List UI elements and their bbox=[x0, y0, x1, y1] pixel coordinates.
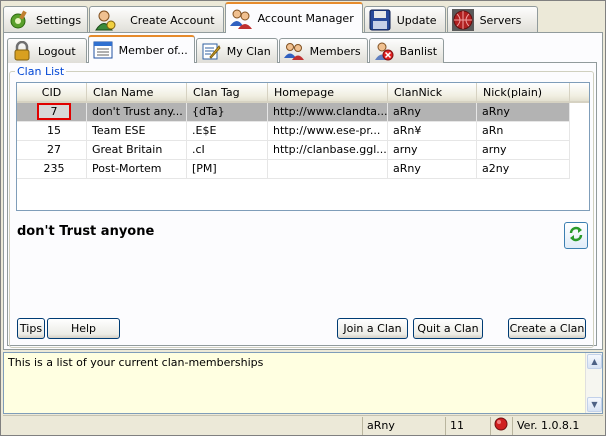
cell-cid: 235 bbox=[17, 160, 87, 179]
status-indicator bbox=[491, 416, 513, 435]
join-clan-button[interactable]: Join a Clan bbox=[337, 318, 408, 339]
create-clan-button[interactable]: Create a Clan bbox=[508, 318, 586, 339]
status-bar: aRny 11 Ver. 1.0.8.1 bbox=[3, 415, 603, 435]
tab-create-account[interactable]: Create Account bbox=[89, 6, 224, 33]
column-header-cid[interactable]: CID bbox=[17, 83, 87, 101]
tab-update-label: Update bbox=[396, 13, 437, 27]
tab-create-account-label: Create Account bbox=[130, 13, 215, 27]
table-row[interactable]: 7 don't Trust any... {dTa} http://www.cl… bbox=[17, 103, 589, 122]
tab-account-manager[interactable]: Account Manager bbox=[224, 2, 363, 33]
sub-tabbar: Logout Member of... My Clan Members Banl… bbox=[7, 35, 445, 63]
cell-cid: 27 bbox=[17, 141, 87, 160]
scroll-down-icon[interactable]: ▼ bbox=[587, 397, 602, 412]
tips-button[interactable]: Tips bbox=[17, 318, 45, 339]
tab-settings-label: Settings bbox=[36, 13, 82, 27]
app-window: Settings Create Account Account Manager … bbox=[0, 0, 606, 436]
cell-clan-tag: .cI bbox=[187, 141, 268, 160]
refresh-button[interactable] bbox=[564, 222, 588, 249]
column-header-homepage[interactable]: Homepage bbox=[268, 83, 388, 101]
tab-members-label: Members bbox=[309, 44, 361, 58]
list-window-icon bbox=[93, 40, 113, 60]
cell-clan-tag: [PM] bbox=[187, 160, 268, 179]
cell-clan-name: Post-Mortem bbox=[87, 160, 187, 179]
cell-homepage: http://www.clandta... bbox=[268, 103, 388, 122]
clan-list-group-label: Clan List bbox=[15, 65, 67, 78]
cell-clan-tag: .E$E bbox=[187, 122, 268, 141]
cell-homepage: http://www.ese-pr... bbox=[268, 122, 388, 141]
tab-update[interactable]: Update bbox=[363, 6, 446, 33]
tab-account-manager-label: Account Manager bbox=[257, 12, 354, 25]
members-icon bbox=[283, 41, 304, 61]
settings-icon bbox=[8, 9, 30, 31]
main-tabbar: Settings Create Account Account Manager … bbox=[3, 2, 539, 33]
info-text: This is a list of your current clan-memb… bbox=[8, 356, 264, 369]
selected-row-marker: 7 bbox=[37, 103, 71, 120]
tab-servers[interactable]: Servers bbox=[446, 6, 539, 33]
cell-homepage: http://clanbase.ggl.... bbox=[268, 141, 388, 160]
cell-clannick: aRny bbox=[388, 160, 477, 179]
cell-clan-tag: {dTa} bbox=[187, 103, 268, 122]
column-header-clannick[interactable]: ClanNick bbox=[388, 83, 477, 101]
cell-nick-plain: aRn bbox=[477, 122, 570, 141]
tab-banlist-label: Banlist bbox=[399, 44, 438, 58]
table-row[interactable]: 27 Great Britain .cI http://clanbase.ggl… bbox=[17, 141, 589, 160]
tab-settings[interactable]: Settings bbox=[3, 6, 89, 33]
create-account-icon bbox=[94, 9, 116, 31]
table-row[interactable]: 15 Team ESE .E$E http://www.ese-pr... aR… bbox=[17, 122, 589, 141]
tab-member-of-label: Member of... bbox=[118, 43, 188, 57]
tab-logout-label: Logout bbox=[38, 44, 76, 58]
refresh-icon bbox=[568, 225, 584, 246]
info-textbox[interactable]: This is a list of your current clan-memb… bbox=[3, 352, 603, 414]
status-count: 11 bbox=[446, 416, 491, 435]
table-row[interactable]: 235 Post-Mortem [PM] aRny a2ny bbox=[17, 160, 589, 179]
selected-clan-title: don't Trust anyone bbox=[17, 224, 155, 239]
column-header-filler bbox=[570, 83, 589, 101]
cell-cid: 15 bbox=[17, 122, 87, 141]
column-header-clan-tag[interactable]: Clan Tag bbox=[187, 83, 268, 101]
cell-clannick: aRn¥ bbox=[388, 122, 477, 141]
status-cell-empty bbox=[3, 416, 363, 435]
status-nick: aRny bbox=[363, 416, 446, 435]
table-header: CID Clan Name Clan Tag Homepage ClanNick… bbox=[17, 83, 589, 103]
cell-clannick: aRny bbox=[388, 103, 477, 122]
padlock-icon bbox=[12, 40, 32, 61]
column-header-nick-plain[interactable]: Nick(plain) bbox=[477, 83, 570, 101]
edit-document-icon bbox=[201, 41, 221, 61]
tab-logout[interactable]: Logout bbox=[7, 38, 87, 63]
cell-nick-plain: aRny bbox=[477, 103, 570, 122]
info-scrollbar[interactable]: ▲ ▼ bbox=[585, 353, 602, 413]
cell-clan-name: Great Britain bbox=[87, 141, 187, 160]
cell-cid: 7 bbox=[17, 103, 87, 122]
clan-list-table[interactable]: CID Clan Name Clan Tag Homepage ClanNick… bbox=[16, 82, 590, 211]
status-dot-icon bbox=[494, 417, 508, 434]
server-globe-icon bbox=[451, 9, 474, 31]
cell-clannick: arny bbox=[388, 141, 477, 160]
cell-homepage bbox=[268, 160, 388, 179]
tab-my-clan-label: My Clan bbox=[226, 44, 271, 58]
cell-nick-plain: arny bbox=[477, 141, 570, 160]
tab-member-of[interactable]: Member of... bbox=[87, 35, 195, 63]
tab-my-clan[interactable]: My Clan bbox=[195, 38, 278, 63]
help-button[interactable]: Help bbox=[47, 318, 120, 339]
cell-nick-plain: a2ny bbox=[477, 160, 570, 179]
quit-clan-button[interactable]: Quit a Clan bbox=[413, 318, 483, 339]
tab-servers-label: Servers bbox=[479, 13, 522, 27]
column-header-clan-name[interactable]: Clan Name bbox=[87, 83, 187, 101]
account-manager-icon bbox=[229, 8, 252, 30]
scroll-up-icon[interactable]: ▲ bbox=[587, 354, 602, 369]
tab-members[interactable]: Members bbox=[278, 38, 368, 63]
banlist-icon bbox=[374, 41, 394, 61]
tab-banlist[interactable]: Banlist bbox=[368, 38, 445, 63]
cell-clan-name: Team ESE bbox=[87, 122, 187, 141]
status-version: Ver. 1.0.8.1 bbox=[517, 419, 580, 432]
cell-clan-name: don't Trust any... bbox=[87, 103, 187, 122]
floppy-disk-icon bbox=[369, 9, 391, 31]
